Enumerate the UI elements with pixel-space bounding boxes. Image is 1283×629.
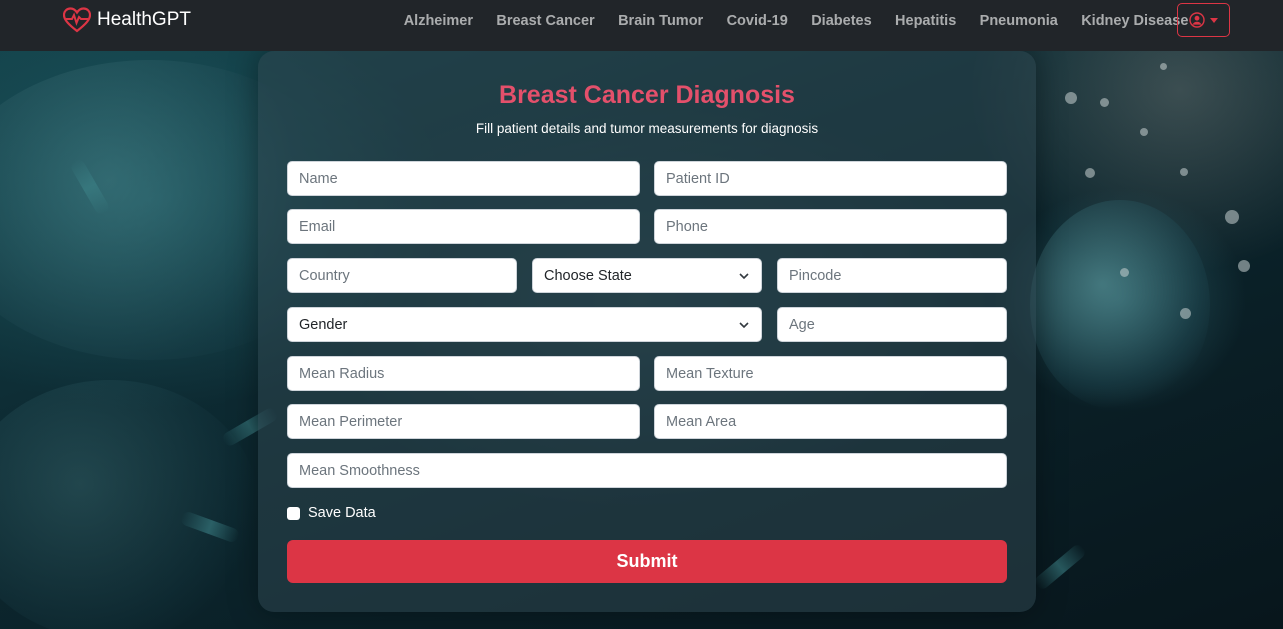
nav-link-diabetes[interactable]: Diabetes	[800, 13, 884, 29]
form-title: Breast Cancer Diagnosis	[499, 81, 795, 109]
nav-links: Alzheimer Breast Cancer Brain Tumor Covi…	[392, 0, 1200, 41]
age-input[interactable]	[777, 307, 1007, 342]
chevron-down-icon	[739, 272, 749, 279]
nav-link-brain-tumor[interactable]: Brain Tumor	[606, 13, 715, 29]
heart-pulse-icon	[63, 7, 91, 33]
top-navbar: HealthGPT Alzheimer Breast Cancer Brain …	[0, 0, 1283, 51]
mean-area-input[interactable]	[654, 404, 1007, 439]
state-select[interactable]: Choose State	[532, 258, 762, 293]
patient-id-input[interactable]	[654, 161, 1007, 196]
nav-link-alzheimer[interactable]: Alzheimer	[392, 13, 485, 29]
nav-link-pneumonia[interactable]: Pneumonia	[968, 13, 1070, 29]
chevron-down-icon	[739, 321, 749, 328]
state-select-value: Choose State	[544, 267, 632, 284]
nav-link-breast-cancer[interactable]: Breast Cancer	[485, 13, 607, 29]
user-menu-button[interactable]	[1177, 3, 1230, 37]
email-input[interactable]	[287, 209, 640, 244]
phone-input[interactable]	[654, 209, 1007, 244]
brand[interactable]: HealthGPT	[63, 7, 191, 33]
mean-smoothness-input[interactable]	[287, 453, 1007, 488]
name-input[interactable]	[287, 161, 640, 196]
mean-perimeter-input[interactable]	[287, 404, 640, 439]
country-input[interactable]	[287, 258, 517, 293]
nav-link-hepatitis[interactable]: Hepatitis	[883, 13, 968, 29]
mean-texture-input[interactable]	[654, 356, 1007, 391]
gender-select[interactable]: Gender	[287, 307, 762, 342]
pincode-input[interactable]	[777, 258, 1007, 293]
gender-select-value: Gender	[299, 316, 348, 333]
form-subtitle: Fill patient details and tumor measureme…	[475, 121, 819, 136]
diagnosis-form-card: Breast Cancer Diagnosis Fill patient det…	[258, 51, 1036, 612]
save-data-row[interactable]: Save Data	[287, 505, 376, 521]
brand-name: HealthGPT	[97, 9, 191, 30]
save-data-checkbox[interactable]	[287, 506, 300, 520]
caret-down-icon	[1210, 17, 1218, 23]
submit-button[interactable]: Submit	[287, 540, 1007, 583]
nav-link-covid-19[interactable]: Covid-19	[715, 13, 800, 29]
mean-radius-input[interactable]	[287, 356, 640, 391]
user-circle-icon	[1189, 12, 1205, 28]
save-data-label: Save Data	[308, 505, 376, 521]
